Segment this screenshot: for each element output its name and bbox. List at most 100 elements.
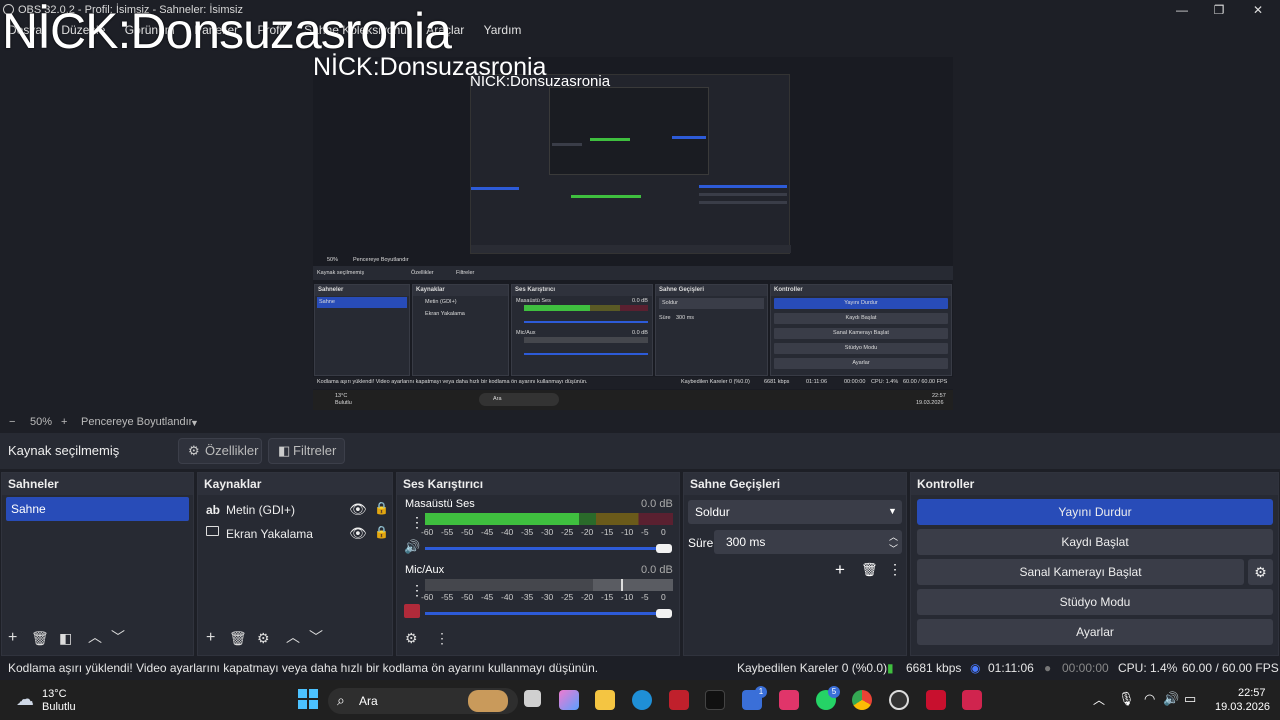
chrome-icon[interactable] [852, 690, 872, 710]
trash-icon[interactable]: 🗑 [861, 562, 878, 578]
battery-icon[interactable]: ▭ [1184, 691, 1196, 707]
gear-icon[interactable]: ⚙ [1248, 559, 1273, 585]
start-record-button[interactable]: Kaydı Başlat [917, 529, 1273, 555]
meter-tick-label: -20 [581, 592, 594, 602]
mini-fit: Pencereye Boyutlandır [353, 257, 409, 263]
edge-icon[interactable] [632, 690, 652, 710]
app-icon[interactable] [962, 690, 982, 710]
lock-icon[interactable]: 🔒 [374, 501, 389, 515]
close-button[interactable]: ✕ [1246, 2, 1270, 18]
properties-button[interactable]: ⚙ Özellikler [178, 438, 262, 464]
meter-tick-label: -25 [561, 527, 574, 537]
more-icon[interactable]: ⋮ [888, 561, 902, 578]
mini-cpu: CPU: 1.4% [871, 379, 899, 385]
arrow-up-icon[interactable]: ︿ [88, 627, 102, 647]
mini-scenes-dock: Sahneler Sahne [314, 284, 410, 376]
mini-sources-title: Kaynaklar [413, 285, 508, 296]
preview-canvas[interactable]: NİCK:Donsuzasronia NİCK:Donsuzasronia 50… [313, 47, 953, 410]
muted-speaker-icon[interactable] [404, 604, 420, 618]
tiktok-icon[interactable] [705, 690, 725, 710]
filter-icon[interactable]: ◧ [59, 630, 72, 647]
chevron-down-icon[interactable]: ▼ [190, 418, 199, 428]
add-icon[interactable]: + [835, 560, 845, 580]
search-highlight-image [468, 690, 508, 712]
add-icon[interactable]: + [206, 629, 215, 647]
volume-slider[interactable] [425, 547, 665, 550]
meter-tick-label: -35 [521, 592, 534, 602]
source-label: Metin (GDI+) [226, 503, 296, 517]
task-view-icon[interactable] [524, 690, 541, 707]
maximize-button[interactable]: ❐ [1207, 2, 1231, 18]
volume-slider[interactable] [425, 612, 665, 615]
transition-select[interactable]: Soldur ▼ [688, 500, 902, 524]
virtual-camera-button[interactable]: Sanal Kamerayı Başlat [917, 559, 1244, 585]
arrow-down-icon[interactable]: ﹀ [309, 627, 323, 647]
volume-knob[interactable] [656, 609, 672, 618]
windows-start-icon[interactable] [298, 689, 318, 709]
copilot-icon[interactable] [559, 690, 579, 710]
chevron-up-icon[interactable]: ︿ [1093, 691, 1105, 708]
menu-help[interactable]: Yardım [476, 20, 530, 37]
minimize-button[interactable]: — [1170, 2, 1194, 18]
arrow-up-icon[interactable]: ︿ [286, 627, 300, 647]
lock-icon[interactable]: 🔒 [374, 525, 389, 539]
clock-date: 19.03.2026 [1215, 701, 1271, 713]
mcafee-icon[interactable] [669, 690, 689, 710]
nested-capture [470, 74, 791, 254]
temperature: 13°C [42, 688, 67, 700]
zoom-in-button[interactable]: + [61, 416, 67, 428]
mini-mixer-dock: Ses Karıştırıcı Masaüstü Ses 0.0 dB Mic/… [511, 284, 653, 376]
meter-tick-label: -60 [421, 592, 434, 602]
trash-icon[interactable]: 🗑 [229, 630, 247, 647]
arrow-down-icon[interactable]: ﹀ [111, 627, 125, 647]
microphone-icon[interactable]: 🎙 [1118, 691, 1135, 707]
scenes-footer: + 🗑 ◧ ︿ ﹀ [2, 625, 193, 655]
chevron-down-icon[interactable]: ﹀ [889, 542, 898, 555]
source-item[interactable]: Ekran Yakalama 👁 🔒 [204, 525, 389, 549]
add-icon[interactable]: + [8, 629, 17, 647]
filters-button[interactable]: ◧ Filtreler [268, 438, 345, 464]
stop-stream-button[interactable]: Yayını Durdur [917, 499, 1273, 525]
encoding-warning: Kodlama aşırı yüklendi! Video ayarlarını… [8, 661, 599, 675]
zoom-out-button[interactable]: − [9, 416, 15, 428]
mini-transitions-dock: Sahne Geçişleri Soldur Süre 300 ms [655, 284, 768, 376]
wifi-icon[interactable]: ◠ [1144, 691, 1155, 707]
channel-name: Masaüstü Ses [405, 498, 475, 510]
mini-desktop: Masaüstü Ses [516, 298, 551, 304]
meter-tick-label: -35 [521, 527, 534, 537]
volume-knob[interactable] [656, 544, 672, 553]
channel-db: 0.0 dB [641, 564, 673, 576]
mini-b2: Kaydı Başlat [774, 313, 948, 324]
mixer-title: Ses Karıştırıcı [397, 473, 679, 495]
mini-src2: Ekran Yakalama [425, 311, 465, 317]
scene-item[interactable]: Sahne [6, 497, 189, 521]
obs-icon[interactable] [889, 690, 909, 710]
eye-icon[interactable]: 👁 [349, 501, 367, 518]
studio-mode-button[interactable]: Stüdyo Modu [917, 589, 1273, 615]
speaker-icon[interactable]: 🔊 [404, 539, 420, 555]
source-item[interactable]: ab Metin (GDI+) 👁 🔒 [204, 501, 389, 525]
eye-icon[interactable]: 👁 [349, 525, 367, 542]
meter-tick-label: -60 [421, 527, 434, 537]
trash-icon[interactable]: 🗑 [31, 630, 49, 647]
volume-icon[interactable]: 🔊 [1163, 691, 1179, 707]
mini-transitions-title: Sahne Geçişleri [656, 285, 767, 296]
more-icon[interactable]: ⋮ [435, 630, 449, 647]
taskbar-search[interactable]: ⌕ Ara [328, 688, 518, 714]
sources-footer: + 🗑 ⚙ ︿ ﹀ [198, 625, 392, 655]
meter-tick-label: -20 [581, 527, 594, 537]
gear-icon[interactable]: ⚙ [257, 630, 270, 647]
mini-filters: Filtreler [456, 270, 475, 276]
app-icon[interactable] [926, 690, 946, 710]
cpu-usage: CPU: 1.4% [1118, 661, 1178, 675]
link-gear-icon[interactable]: ⚙ [405, 630, 418, 647]
meter-tick-label: -50 [461, 527, 474, 537]
nested-capture-inner [549, 87, 709, 175]
tiktok-studio-icon[interactable] [779, 690, 799, 710]
duration-field[interactable]: 300 ms ︿ ﹀ [714, 530, 902, 554]
cloud-icon: ☁ [16, 689, 34, 709]
fit-window-dropdown[interactable]: Pencereye Boyutlandır [81, 416, 192, 428]
mini-scene-item: Sahne [319, 299, 335, 305]
settings-button[interactable]: Ayarlar [917, 619, 1273, 645]
file-explorer-icon[interactable] [595, 690, 615, 710]
